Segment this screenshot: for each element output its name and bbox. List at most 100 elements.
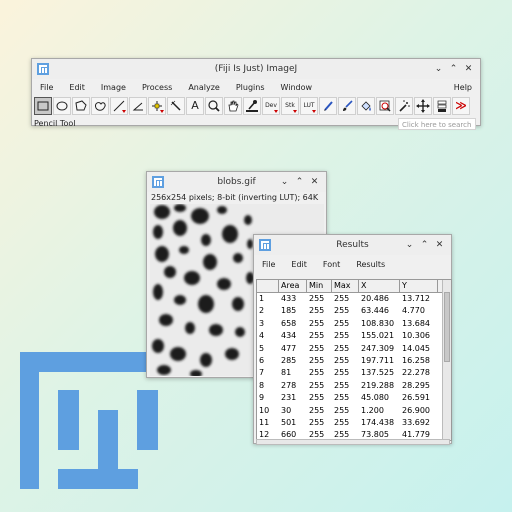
table-cell: 9 xyxy=(259,393,265,403)
results-window: Results ⌄ ⌃ ✕ File Edit Font Results Are… xyxy=(253,234,452,445)
table-cell: 219.288 xyxy=(361,380,395,390)
column-header[interactable]: Area xyxy=(279,280,307,292)
blobs-titlebar[interactable]: blobs.gif ⌄ ⌃ ✕ xyxy=(147,172,326,192)
results-menu-file[interactable]: File xyxy=(254,260,283,269)
minimize-button[interactable]: ⌄ xyxy=(431,62,446,76)
table-cell: 20.486 xyxy=(361,294,389,303)
table-cell: 8 xyxy=(259,380,265,390)
table-cell: 255 xyxy=(309,343,325,353)
table-cell: 26.900 xyxy=(402,405,430,415)
close-button[interactable]: ✕ xyxy=(307,175,322,189)
table-cell: 14.045 xyxy=(402,343,430,353)
menu-process[interactable]: Process xyxy=(134,83,180,92)
table-cell: 255 xyxy=(309,393,325,403)
table-cell: 197.711 xyxy=(361,355,395,365)
table-cell: 4.770 xyxy=(402,306,425,316)
stack-tool-icon[interactable] xyxy=(433,97,451,115)
results-menu-results[interactable]: Results xyxy=(348,260,393,269)
menu-plugins[interactable]: Plugins xyxy=(228,83,273,92)
menu-image[interactable]: Image xyxy=(93,83,134,92)
table-row[interactable]: 8 278 255 255 219.288 28.295 xyxy=(257,380,451,392)
column-header[interactable]: Max xyxy=(332,280,359,292)
magnifier-tool-icon[interactable] xyxy=(205,97,223,115)
results-menu-edit[interactable]: Edit xyxy=(283,260,315,269)
table-body: 1 433 255 255 20.486 13.712 2 185 255 255 63.446 4.… xyxy=(257,293,451,440)
table-row[interactable]: 6 285 255 255 197.711 16.258 xyxy=(257,355,451,367)
column-header[interactable]: Y xyxy=(400,280,438,292)
table-cell: 28.295 xyxy=(402,380,430,390)
maximize-button[interactable]: ⌃ xyxy=(446,62,461,76)
table-cell: 1 xyxy=(259,294,265,303)
fiji-logo-icon xyxy=(20,352,158,489)
more-tools-icon[interactable]: ≫ xyxy=(452,97,470,115)
pencil-tool-icon[interactable] xyxy=(319,97,337,115)
table-cell: 2 xyxy=(259,306,265,316)
results-titlebar[interactable]: Results ⌄ ⌃ ✕ xyxy=(254,235,451,255)
lut-menu-icon[interactable]: LUT xyxy=(300,97,318,115)
table-cell: 1.200 xyxy=(361,405,384,415)
table-cell: 658 xyxy=(281,318,297,328)
search-input[interactable]: Click here to search xyxy=(398,118,476,130)
hand-tool-icon[interactable] xyxy=(224,97,242,115)
column-header[interactable]: X xyxy=(359,280,400,292)
magic-wand-tool-icon[interactable] xyxy=(395,97,413,115)
vertical-scrollbar[interactable] xyxy=(442,280,451,440)
main-menubar: File Edit Image Process Analyze Plugins … xyxy=(32,79,480,95)
table-cell: 255 xyxy=(309,368,325,378)
text-tool-icon[interactable]: A xyxy=(186,97,204,115)
main-titlebar[interactable]: (Fiji Is Just) ImageJ ⌄ ⌃ ✕ xyxy=(32,59,480,79)
table-cell: 255 xyxy=(309,318,325,328)
move-tool-icon[interactable] xyxy=(414,97,432,115)
table-cell: 255 xyxy=(334,318,350,328)
table-cell: 255 xyxy=(309,405,325,415)
table-row[interactable]: 9 231 255 255 45.080 26.591 xyxy=(257,392,451,404)
close-button[interactable]: ✕ xyxy=(461,62,476,76)
column-header[interactable]: Min xyxy=(307,280,332,292)
menu-file[interactable]: File xyxy=(32,83,61,92)
table-row[interactable]: 5 477 255 255 247.309 14.045 xyxy=(257,343,451,355)
table-cell: 255 xyxy=(334,380,350,390)
table-cell: 255 xyxy=(334,306,350,316)
minimize-button[interactable]: ⌄ xyxy=(402,238,417,252)
developer-menu-icon[interactable]: Dev xyxy=(262,97,280,115)
table-row[interactable]: 1 433 255 255 20.486 13.712 xyxy=(257,293,451,305)
menu-window[interactable]: Window xyxy=(273,83,321,92)
rectangle-tool-icon[interactable] xyxy=(34,97,52,115)
main-window-title: (Fiji Is Just) ImageJ xyxy=(214,64,298,74)
table-cell: 255 xyxy=(309,294,325,303)
table-row[interactable]: 11 501 255 255 174.438 33.692 xyxy=(257,417,451,429)
menu-edit[interactable]: Edit xyxy=(61,83,93,92)
table-cell: 247.309 xyxy=(361,343,395,353)
table-cell: 255 xyxy=(334,343,350,353)
table-row[interactable]: 3 658 255 255 108.830 13.684 xyxy=(257,318,451,330)
vertical-scroll-thumb[interactable] xyxy=(444,292,450,362)
point-tool-icon[interactable] xyxy=(148,97,166,115)
stack-tools-icon[interactable]: Stk xyxy=(281,97,299,115)
table-cell: 255 xyxy=(309,355,325,365)
zoom-tool-icon[interactable] xyxy=(376,97,394,115)
freehand-tool-icon[interactable] xyxy=(91,97,109,115)
angle-tool-icon[interactable] xyxy=(129,97,147,115)
horizontal-scrollbar[interactable] xyxy=(256,439,450,445)
results-menu-font[interactable]: Font xyxy=(315,260,348,269)
maximize-button[interactable]: ⌃ xyxy=(292,175,307,189)
table-row[interactable]: 10 30 255 255 1.200 26.900 xyxy=(257,405,451,417)
line-tool-icon[interactable] xyxy=(110,97,128,115)
menu-analyze[interactable]: Analyze xyxy=(180,83,228,92)
table-cell: 434 xyxy=(281,331,297,341)
table-row[interactable]: 4 434 255 255 155.021 10.306 xyxy=(257,330,451,342)
color-picker-tool-icon[interactable] xyxy=(243,97,261,115)
column-header[interactable] xyxy=(257,280,279,292)
table-header: Area Min Max X Y xyxy=(257,280,451,293)
minimize-button[interactable]: ⌄ xyxy=(277,175,292,189)
table-row[interactable]: 7 81 255 255 137.525 22.278 xyxy=(257,367,451,379)
polygon-tool-icon[interactable] xyxy=(72,97,90,115)
wand-tool-icon[interactable] xyxy=(167,97,185,115)
brush-tool-icon[interactable] xyxy=(338,97,356,115)
flood-fill-tool-icon[interactable] xyxy=(357,97,375,115)
table-row[interactable]: 2 185 255 255 63.446 4.770 xyxy=(257,305,451,317)
maximize-button[interactable]: ⌃ xyxy=(417,238,432,252)
close-button[interactable]: ✕ xyxy=(432,238,447,252)
oval-tool-icon[interactable] xyxy=(53,97,71,115)
menu-help[interactable]: Help xyxy=(446,83,480,92)
